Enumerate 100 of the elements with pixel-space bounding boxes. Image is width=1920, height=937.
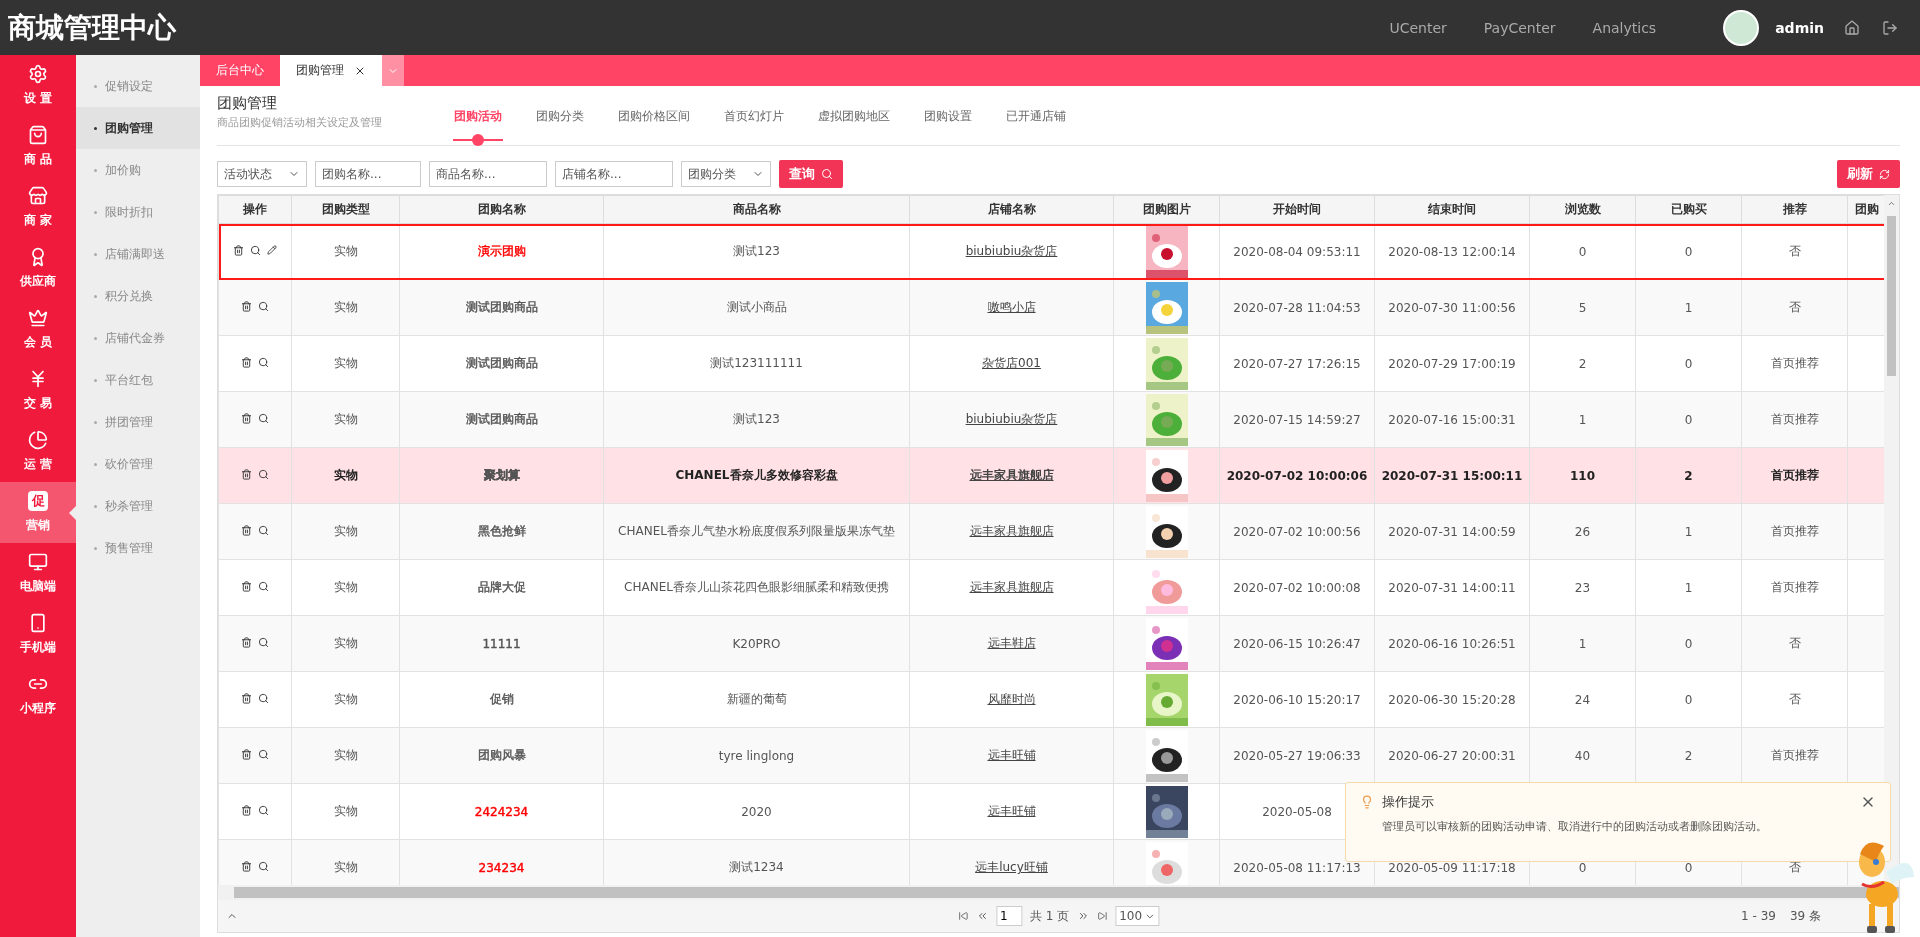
search-field[interactable]: 店铺名称...: [555, 161, 673, 187]
search-icon[interactable]: [250, 244, 261, 256]
submenu-item[interactable]: 团购管理: [76, 107, 200, 149]
store-link[interactable]: 远丰旺铺: [987, 748, 1036, 762]
scrollbar[interactable]: [1887, 216, 1896, 376]
tab[interactable]: 已开通店铺: [989, 86, 1083, 146]
user-name[interactable]: admin: [1775, 19, 1824, 36]
sidebar-item[interactable]: 会 员: [0, 299, 76, 360]
delete-icon[interactable]: [241, 468, 252, 480]
nav-link[interactable]: PayCenter: [1483, 19, 1556, 36]
page-size-select[interactable]: 100: [1115, 906, 1160, 926]
search-field[interactable]: 商品名称...: [429, 161, 547, 187]
sidebar-item[interactable]: 交 易: [0, 360, 76, 421]
tab[interactable]: 虚拟团购地区: [801, 86, 907, 146]
search-icon[interactable]: [258, 860, 269, 872]
search-button[interactable]: 查询: [779, 160, 843, 188]
delete-icon[interactable]: [241, 636, 252, 648]
column-header[interactable]: 团购类型: [291, 195, 400, 224]
search-icon[interactable]: [258, 524, 269, 536]
page-input[interactable]: 1: [995, 906, 1022, 926]
column-header[interactable]: 结束时间: [1374, 195, 1530, 224]
sidebar-item[interactable]: 促 营销: [0, 482, 76, 543]
search-icon[interactable]: [258, 412, 269, 424]
sidebar-item[interactable]: 供应商: [0, 238, 76, 299]
tab[interactable]: 团购设置: [907, 86, 989, 146]
store-link[interactable]: 远丰旺铺: [987, 804, 1036, 818]
search-field[interactable]: 团购名称...: [315, 161, 421, 187]
delete-icon[interactable]: [241, 860, 252, 872]
scrollbar[interactable]: [234, 887, 1899, 898]
first-page-icon[interactable]: [957, 911, 968, 921]
column-header[interactable]: 操作: [218, 195, 292, 224]
home-icon[interactable]: [1844, 19, 1860, 36]
column-header[interactable]: 浏览数: [1529, 195, 1636, 224]
search-icon[interactable]: [258, 580, 269, 592]
tab[interactable]: 团购价格区间: [601, 86, 707, 146]
store-link[interactable]: biubiubiu杂货店: [965, 412, 1058, 426]
window-tab[interactable]: 团购管理: [280, 55, 382, 86]
column-header[interactable]: 团购: [1847, 195, 1884, 224]
search-icon[interactable]: [258, 356, 269, 368]
edit-icon[interactable]: [267, 245, 277, 255]
search-icon[interactable]: [258, 636, 269, 648]
tab[interactable]: 首页幻灯片: [707, 86, 801, 146]
store-link[interactable]: biubiubiu杂货店: [965, 244, 1058, 258]
column-header[interactable]: 已购买: [1635, 195, 1742, 224]
nav-link[interactable]: UCenter: [1389, 19, 1447, 36]
store-link[interactable]: 远丰家具旗舰店: [969, 580, 1054, 594]
sidebar-item[interactable]: 小程序: [0, 665, 76, 726]
table-row[interactable]: 实物 测试团购商品 测试123111111 杂货店001 2020-07-27 17:26:15 2020-07-29 17:00:19 2 0 首页推荐: [218, 335, 1884, 392]
table-row[interactable]: 实物 品牌大促 CHANEL香奈儿山茶花四色眼影细腻柔和精致便携 远丰家具旗舰店 2020-07-02 10:00:08 2020-07-31 14:00:11 23 1 首页推荐: [218, 559, 1884, 616]
search-icon[interactable]: [258, 692, 269, 704]
delete-icon[interactable]: [241, 804, 252, 816]
table-row[interactable]: 实物 测试团购商品 测试小商品 嗷鸣小店 2020-07-28 11:04:53 2020-07-30 11:00:56 5 1 否: [218, 279, 1884, 336]
avatar[interactable]: [1723, 9, 1760, 46]
store-link[interactable]: 杂货店001: [982, 356, 1041, 370]
nav-link[interactable]: Analytics: [1592, 19, 1657, 36]
delete-icon[interactable]: [241, 692, 252, 704]
delete-icon[interactable]: [241, 580, 252, 592]
column-header[interactable]: 商品名称: [603, 195, 910, 224]
search-icon[interactable]: [258, 300, 269, 312]
delete-icon[interactable]: [233, 244, 244, 256]
filter-select[interactable]: 团购分类: [681, 161, 771, 187]
table-row[interactable]: 实物 黑色抢鲜 CHANEL香奈儿气垫水粉底度假系列限量版果冻气垫 远丰家具旗舰店 2020-07-02 10:00:56 2020-07-31 14:00:59 26 1 首页推荐: [218, 503, 1884, 560]
logout-icon[interactable]: [1882, 19, 1898, 36]
table-row[interactable]: 实物 11111 K20PRO 远丰鞋店 2020-06-15 10:26:47 2020-06-16 10:26:51 1 0 否: [218, 615, 1884, 672]
tab[interactable]: 团购分类: [519, 86, 601, 146]
delete-icon[interactable]: [241, 524, 252, 536]
scroll-up-icon[interactable]: [1887, 199, 1896, 208]
refresh-button[interactable]: 刷新: [1837, 160, 1900, 188]
table-row[interactable]: 实物 聚划算 CHANEL香奈儿多效修容彩盘 远丰家具旗舰店 2020-07-02 10:00:06 2020-07-31 15:00:11 110 2 首页推荐: [218, 447, 1884, 504]
filter-select[interactable]: 活动状态: [217, 161, 307, 187]
last-page-icon[interactable]: [1097, 911, 1108, 921]
delete-icon[interactable]: [241, 300, 252, 312]
search-icon[interactable]: [258, 804, 269, 816]
column-header[interactable]: 推荐: [1741, 195, 1848, 224]
sidebar-item[interactable]: 设 置: [0, 55, 76, 116]
store-link[interactable]: 远丰家具旗舰店: [969, 524, 1054, 538]
table-row[interactable]: 实物 测试团购商品 测试123 biubiubiu杂货店 2020-07-15 14:59:27 2020-07-16 15:00:31 1 0 首页推荐: [218, 391, 1884, 448]
table-row[interactable]: 实物 促销 新疆的葡萄 风靡时尚 2020-06-10 15:20:17 2020-06-30 15:20:28 24 0 否: [218, 671, 1884, 728]
store-link[interactable]: 远丰家具旗舰店: [969, 468, 1054, 482]
search-icon[interactable]: [258, 748, 269, 760]
search-icon[interactable]: [258, 468, 269, 480]
store-link[interactable]: 远丰lucy旺铺: [975, 860, 1048, 874]
sidebar-item[interactable]: 商 家: [0, 177, 76, 238]
column-header[interactable]: 团购图片: [1113, 195, 1220, 224]
delete-icon[interactable]: [241, 356, 252, 368]
store-link[interactable]: 远丰鞋店: [987, 636, 1036, 650]
table-row[interactable]: 实物 团购风暴 tyre linglong 远丰旺铺 2020-05-27 19:06:33 2020-06-27 20:00:31 40 2 首页推荐: [218, 727, 1884, 784]
table-row[interactable]: 实物 演示团购 测试123 biubiubiu杂货店 2020-08-04 09:53:11 2020-08-13 12:00:14 0 0 否: [218, 223, 1884, 280]
column-header[interactable]: 店铺名称: [909, 195, 1114, 224]
delete-icon[interactable]: [241, 748, 252, 760]
sidebar-item[interactable]: 运 营: [0, 421, 76, 482]
sidebar-item[interactable]: 商 品: [0, 116, 76, 177]
next-page-icon[interactable]: [1077, 910, 1090, 922]
store-link[interactable]: 嗷鸣小店: [987, 300, 1036, 314]
column-header[interactable]: 开始时间: [1219, 195, 1375, 224]
column-header[interactable]: 团购名称: [399, 195, 604, 224]
delete-icon[interactable]: [241, 412, 252, 424]
sidebar-item[interactable]: 手机端: [0, 604, 76, 665]
store-link[interactable]: 风靡时尚: [987, 692, 1036, 706]
sidebar-item[interactable]: 电脑端: [0, 543, 76, 604]
